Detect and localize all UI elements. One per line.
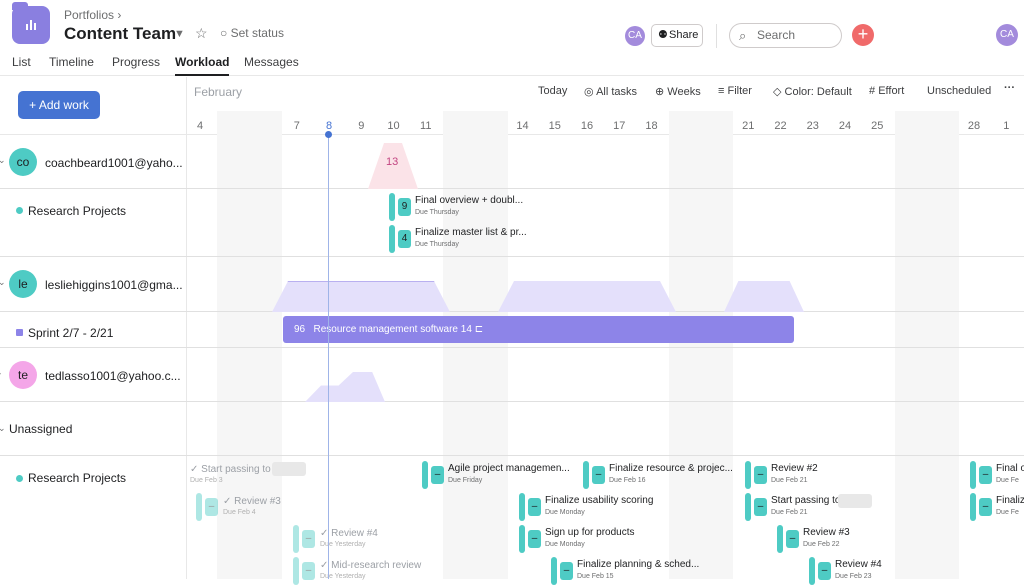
sprint-task-bar[interactable]: 96 Resource management software 14 ⊏ bbox=[283, 316, 794, 343]
project-color-dot bbox=[16, 329, 23, 336]
workload-peak-label: 13 bbox=[386, 156, 399, 168]
day-number: 11 bbox=[420, 120, 432, 132]
day-number: 16 bbox=[580, 120, 594, 132]
top-header: Portfolios › Content Team ▼ ☆ ○ Set stat… bbox=[0, 0, 1024, 76]
member-row-tedlasso: › te tedlasso1001@yahoo.c... bbox=[0, 348, 1024, 402]
day-number: 23 bbox=[806, 120, 819, 132]
project-row-research-1: Research Projects 9 Final overview + doub… bbox=[0, 189, 1024, 257]
effort-button[interactable]: # Effort bbox=[869, 85, 904, 97]
user-avatar[interactable]: CA bbox=[996, 24, 1018, 46]
unassigned-row: ⌄ Unassigned bbox=[0, 402, 1024, 456]
day-number: 22 bbox=[774, 120, 787, 132]
avatar: te bbox=[9, 361, 37, 389]
unscheduled-button[interactable]: Unscheduled bbox=[927, 85, 991, 97]
weeks-zoom[interactable]: ⊕ Weeks bbox=[655, 85, 701, 98]
divider bbox=[716, 24, 717, 48]
workload-shape bbox=[498, 281, 676, 312]
day-number: 24 bbox=[838, 120, 852, 132]
project-color-dot bbox=[16, 207, 23, 214]
day-number: 1 bbox=[1003, 120, 1010, 132]
color-button[interactable]: ◇ Color: Default bbox=[773, 85, 852, 98]
collapse-chevron-icon[interactable]: ⌄ bbox=[0, 423, 6, 434]
tab-progress[interactable]: Progress bbox=[112, 55, 160, 69]
breadcrumb[interactable]: Portfolios › bbox=[64, 8, 121, 22]
member-name[interactable]: tedlasso1001@yahoo.c... bbox=[45, 369, 181, 383]
project-color-dot bbox=[16, 475, 23, 482]
search-icon: ⌕ bbox=[739, 28, 747, 43]
workload-shape bbox=[724, 281, 804, 312]
star-icon[interactable]: ☆ bbox=[195, 25, 208, 42]
share-button[interactable]: ⚉ Share bbox=[651, 24, 703, 47]
subtask-icon: ⊏ bbox=[474, 324, 484, 335]
all-tasks-filter[interactable]: ◎ All tasks bbox=[584, 85, 637, 98]
blurred-text bbox=[838, 494, 872, 508]
project-name: Research Projects bbox=[28, 204, 127, 218]
people-icon: ⚉ bbox=[658, 29, 668, 41]
page-title[interactable]: Content Team bbox=[64, 24, 176, 44]
collapse-chevron-icon[interactable]: ⌄ bbox=[0, 277, 6, 288]
more-options-icon[interactable]: ··· bbox=[1004, 82, 1015, 94]
day-number: 21 bbox=[742, 120, 755, 132]
tab-timeline[interactable]: Timeline bbox=[49, 55, 94, 69]
completed-task[interactable]: ✓ Start passing to Due Feb 3 bbox=[190, 464, 271, 484]
completed-task[interactable]: ✓ Review #3 Due Feb 4 bbox=[223, 496, 281, 516]
project-row-research-2: Research Projects ✓ Start passing to Due … bbox=[0, 456, 1024, 585]
avatar[interactable]: CA bbox=[625, 26, 645, 46]
day-number: 7 bbox=[293, 120, 300, 132]
set-status-button[interactable]: ○ Set status bbox=[220, 26, 284, 40]
collapse-chevron-icon[interactable]: › bbox=[0, 368, 1, 378]
create-button[interactable]: + bbox=[852, 24, 874, 46]
day-number: 25 bbox=[871, 120, 884, 132]
workload-shape bbox=[272, 281, 450, 312]
portfolio-icon bbox=[12, 2, 50, 44]
workload-toolbar: + Add work February Today ◎ All tasks ⊕ … bbox=[0, 77, 1024, 135]
member-name[interactable]: coachbeard1001@yaho... bbox=[45, 156, 183, 170]
day-number: 17 bbox=[613, 120, 626, 132]
filter-button[interactable]: ≡ Filter bbox=[718, 85, 752, 97]
month-label: February bbox=[194, 85, 243, 99]
today-button[interactable]: Today bbox=[538, 85, 567, 97]
project-name: Sprint 2/7 - 2/21 bbox=[28, 326, 114, 340]
tab-workload[interactable]: Workload bbox=[175, 55, 230, 76]
day-number: 18 bbox=[645, 120, 658, 132]
today-marker bbox=[325, 131, 332, 138]
add-work-button[interactable]: + Add work bbox=[18, 91, 100, 119]
tab-list[interactable]: List bbox=[12, 55, 31, 69]
blurred-text bbox=[272, 462, 306, 476]
member-row-lesliehiggins: ⌄ le lesliehiggins1001@gma... bbox=[0, 257, 1024, 312]
day-number: 4 bbox=[196, 120, 204, 132]
avatar: le bbox=[9, 270, 37, 298]
member-name[interactable]: lesliehiggins1001@gma... bbox=[45, 278, 183, 292]
day-number: 14 bbox=[516, 120, 529, 132]
collapse-chevron-icon[interactable]: ⌄ bbox=[0, 155, 6, 166]
day-number: 10 bbox=[387, 120, 400, 132]
search-input[interactable]: ⌕ Search bbox=[729, 23, 842, 48]
today-line bbox=[328, 135, 329, 579]
workload-shape bbox=[305, 372, 385, 402]
day-number: 9 bbox=[358, 120, 365, 132]
day-number: 28 bbox=[967, 120, 981, 132]
day-number: 15 bbox=[548, 120, 561, 132]
chevron-down-icon[interactable]: ▼ bbox=[174, 28, 185, 40]
project-name: Research Projects bbox=[28, 471, 127, 485]
avatar: co bbox=[9, 148, 37, 176]
completed-task[interactable]: ✓ Mid-research review Due Yesterday bbox=[320, 560, 421, 580]
tab-messages[interactable]: Messages bbox=[244, 55, 299, 69]
member-row-coachbeard: ⌄ co coachbeard1001@yaho... 13 bbox=[0, 135, 1024, 189]
unassigned-label: Unassigned bbox=[9, 422, 73, 436]
